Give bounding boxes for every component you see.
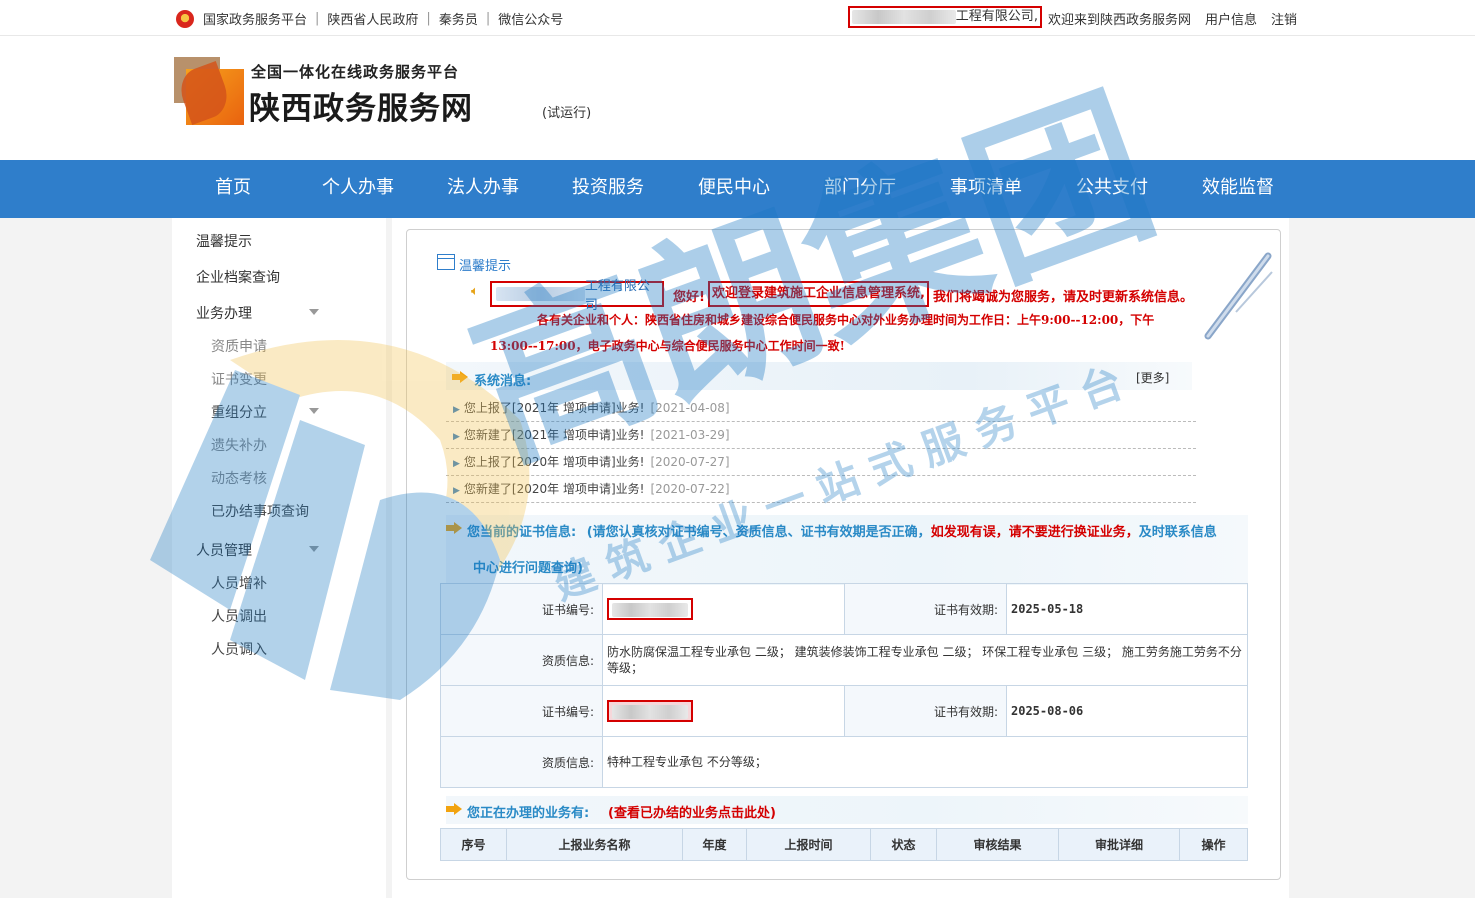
arrow-right-icon <box>446 522 462 534</box>
messages-more-link[interactable]: [更多] <box>1136 369 1169 386</box>
cert-valid-date: 2025-08-06 <box>1006 685 1248 737</box>
sidebar-sub-completed[interactable]: 已办结事项查询 <box>211 501 309 521</box>
sidebar-item-notice[interactable]: 温馨提示 <box>196 231 252 251</box>
redacted-company-name <box>851 10 956 24</box>
pen-icon <box>1204 252 1273 340</box>
cert-valid-date: 2025-05-18 <box>1006 583 1248 635</box>
sidebar-sub-lost[interactable]: 遗失补办 <box>211 435 267 455</box>
speaker-icon: 🔈︎ <box>471 284 479 299</box>
sidebar-sub-dynamic[interactable]: 动态考核 <box>211 468 267 488</box>
top-bar: 国家政务服务平台 | 陕西省人民政府 | 秦务员 | 微信公众号 工程有限公司 … <box>0 0 1475 36</box>
cert-qualification: 特种工程专业承包 不分等级； <box>602 736 1248 788</box>
business-title: 您正在办理的业务有: <box>467 806 590 821</box>
notice-tail: 我们将竭诚为您服务，请及时更新系统信息。 <box>933 290 1194 305</box>
table-row: 资质信息: 特种工程专业承包 不分等级； <box>440 736 1248 788</box>
redacted-company-name <box>496 287 585 301</box>
top-link-provincial-gov[interactable]: 陕西省人民政府 <box>327 9 418 28</box>
redacted-cert-number <box>607 597 693 620</box>
sidebar-item-personnel[interactable]: 人员管理 <box>196 540 252 560</box>
logo-title[interactable]: 陕西政务服务网 <box>249 83 473 128</box>
top-link-qinwuyuan[interactable]: 秦务员 <box>439 9 478 28</box>
nav-investment[interactable]: 投资服务 <box>553 160 663 218</box>
completed-business-link[interactable]: (查看已办结的业务点击此处) <box>608 802 776 821</box>
list-item[interactable]: ▶ 您新建了[2020年 增项申请]业务! [2020-07-22] <box>446 476 1196 503</box>
company-name-suffix: 工程有限公司 <box>955 9 1034 24</box>
cert-number-cell <box>602 685 845 737</box>
cert-hint-line2: 中心进行问题查询) <box>473 561 583 576</box>
notice-welcome-box: 欢迎登录建筑施工企业信息管理系统, <box>708 281 929 307</box>
cert-qualification: 防水防腐保温工程专业承包 二级； 建筑装修装饰工程专业承包 二级； 环保工程专业… <box>602 634 1248 686</box>
site-logo-icon[interactable] <box>174 57 244 125</box>
chevron-down-icon[interactable] <box>309 309 319 315</box>
chevron-down-icon[interactable] <box>309 546 319 552</box>
cert-table: 证书编号: 证书有效期: 2025-05-18 资质信息: 防水防腐保温工程专业… <box>440 583 1248 788</box>
sidebar-sub-add-person[interactable]: 人员增补 <box>211 573 267 593</box>
table-row: 证书编号: 证书有效期: 2025-08-06 <box>440 685 1248 737</box>
logout-link[interactable]: 注销 <box>1271 9 1297 28</box>
table-row: 资质信息: 防水防腐保温工程专业承包 二级； 建筑装修装饰工程专业承包 二级； … <box>440 634 1248 686</box>
nav-payment[interactable]: 公共支付 <box>1057 160 1167 218</box>
top-links: 国家政务服务平台 | 陕西省人民政府 | 秦务员 | 微信公众号 <box>176 9 563 28</box>
sidebar-sub-transfer-in[interactable]: 人员调入 <box>211 639 267 659</box>
nav-departments[interactable]: 部门分厅 <box>805 160 915 218</box>
nav-personal[interactable]: 个人办事 <box>303 160 413 218</box>
list-item[interactable]: ▶ 您新建了[2021年 增项申请]业务! [2021-03-29] <box>446 422 1196 449</box>
list-item[interactable]: ▶ 您上报了[2021年 增项申请]业务! [2021-04-08] <box>446 395 1196 422</box>
business-table: 序号 上报业务名称 年度 上报时间 状态 审核结果 审批详细 操作 <box>440 828 1248 861</box>
nav-convenience[interactable]: 便民中心 <box>679 160 789 218</box>
welcome-text: 欢迎来到陕西政务服务网 <box>1047 13 1191 28</box>
notice-company-box: 工程有限公司 <box>490 279 664 313</box>
redacted-cert-number <box>607 699 693 722</box>
top-link-national-platform[interactable]: 国家政务服务平台 <box>203 9 307 28</box>
arrow-right-icon <box>452 371 468 383</box>
company-name-box: 工程有限公司 , <box>847 6 1042 28</box>
chevron-down-icon[interactable] <box>309 408 319 414</box>
table-header-row: 序号 上报业务名称 年度 上报时间 状态 审核结果 审批详细 操作 <box>440 828 1248 861</box>
trial-label: (试运行) <box>542 106 592 121</box>
sidebar-sub-restructure[interactable]: 重组分立 <box>211 402 267 422</box>
nav-supervision[interactable]: 效能监督 <box>1183 160 1293 218</box>
nav-home[interactable]: 首页 <box>178 160 288 218</box>
list-item[interactable]: ▶ 您上报了[2020年 增项申请]业务! [2020-07-27] <box>446 449 1196 476</box>
notice-hours-line2: 13:00--17:00，电子政务中心与综合便民服务中心工作时间一致! <box>490 339 845 353</box>
user-area: 工程有限公司 , 欢迎来到陕西政务服务网 用户信息 注销 <box>847 6 1297 28</box>
notice-greeting: 您好! <box>673 290 705 305</box>
table-row: 证书编号: 证书有效期: 2025-05-18 <box>440 583 1248 635</box>
national-emblem-icon <box>176 9 194 28</box>
logo-subtitle: 全国一体化在线政务服务平台 <box>251 63 460 81</box>
arrow-right-icon <box>446 803 462 815</box>
top-link-wechat[interactable]: 微信公众号 <box>498 9 563 28</box>
user-info-link[interactable]: 用户信息 <box>1205 9 1257 28</box>
nav-legal[interactable]: 法人办事 <box>428 160 538 218</box>
sidebar-item-archive[interactable]: 企业档案查询 <box>196 267 280 287</box>
cert-number-cell <box>602 583 845 635</box>
sidebar-sub-transfer-out[interactable]: 人员调出 <box>211 606 267 626</box>
sidebar-sub-qualification[interactable]: 资质申请 <box>211 336 267 356</box>
site-header: 全国一体化在线政务服务平台 陕西政务服务网 (试运行) <box>0 37 1475 160</box>
nav-item-list[interactable]: 事项清单 <box>931 160 1041 218</box>
notice-hours-line1: 各有关企业和个人：陕西省住房和城乡建设综合便民服务中心对外业务办理时间为工作日：… <box>537 313 1155 327</box>
cert-title-line: 您当前的证书信息: (请您认真核对证书编号、资质信息、证书有效期是否正确，如发现… <box>467 525 1217 540</box>
sidebar-item-business[interactable]: 业务办理 <box>196 303 252 323</box>
notice-title: 温馨提示 <box>459 259 512 274</box>
sidebar-sub-cert-change[interactable]: 证书变更 <box>211 369 267 389</box>
messages-title: 系统消息: <box>474 374 532 389</box>
notice-icon <box>437 254 455 270</box>
main-nav: 首页 个人办事 法人办事 投资服务 便民中心 部门分厅 事项清单 公共支付 效能… <box>0 160 1475 218</box>
